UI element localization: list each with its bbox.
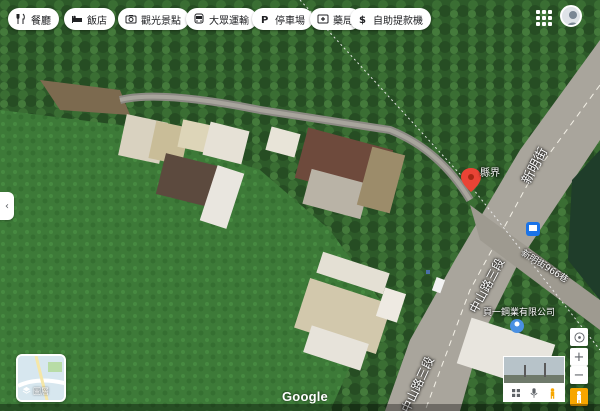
- chip-label: 餐廳: [31, 15, 51, 27]
- pin-label: 縣界: [480, 168, 500, 179]
- zoom-out-button[interactable]: −: [570, 366, 588, 384]
- collapse-panel-button[interactable]: ‹: [0, 192, 14, 220]
- camera-icon: [124, 13, 137, 26]
- restaurant-icon: [14, 13, 27, 26]
- satellite-map[interactable]: [0, 0, 600, 411]
- chip-transit[interactable]: 大眾運輸: [186, 8, 257, 30]
- compass-icon[interactable]: [570, 328, 588, 346]
- street-view-toolbar: [503, 384, 565, 402]
- chip-atm[interactable]: $ 自助提款機: [350, 8, 431, 30]
- layers-button[interactable]: 圖層: [16, 354, 66, 402]
- chip-label: 自助提款機: [373, 15, 423, 27]
- apps-grid-icon[interactable]: [534, 8, 552, 26]
- hotel-icon: [70, 13, 83, 26]
- chip-hotels[interactable]: 飯店: [64, 8, 115, 30]
- parking-icon: P: [258, 13, 271, 26]
- svg-text:$: $: [359, 15, 366, 25]
- account-avatar[interactable]: [560, 5, 582, 27]
- chip-attractions[interactable]: 觀光景點: [118, 8, 189, 30]
- layers-label: 圖層: [22, 386, 49, 397]
- chip-restaurants[interactable]: 餐廳: [8, 8, 59, 30]
- company-label: 頁一鋼業有限公司: [483, 308, 556, 318]
- layers-icon: [22, 386, 31, 397]
- chip-label: 大眾運輸: [209, 15, 249, 27]
- attribution-bar: [0, 404, 600, 411]
- zoom-in-button[interactable]: +: [570, 348, 588, 366]
- street-view-thumbnail[interactable]: [503, 356, 565, 384]
- chevron-left-icon: ‹: [5, 200, 9, 212]
- street-view-preview: [504, 357, 564, 383]
- cash-icon: $: [356, 13, 369, 26]
- mic-icon[interactable]: [530, 388, 538, 398]
- chip-label: 停車場: [275, 15, 305, 27]
- pegman-icon[interactable]: [549, 387, 556, 399]
- chip-label: 觀光景點: [141, 15, 181, 27]
- chip-parking[interactable]: P 停車場: [252, 8, 313, 30]
- google-logo: Google: [282, 389, 328, 404]
- chip-label: 飯店: [87, 15, 107, 27]
- pegman-icon: [577, 391, 581, 403]
- bus-icon: [192, 13, 205, 26]
- pharmacy-icon: [316, 13, 329, 26]
- grid-icon[interactable]: [512, 389, 521, 397]
- svg-text:P: P: [261, 15, 268, 25]
